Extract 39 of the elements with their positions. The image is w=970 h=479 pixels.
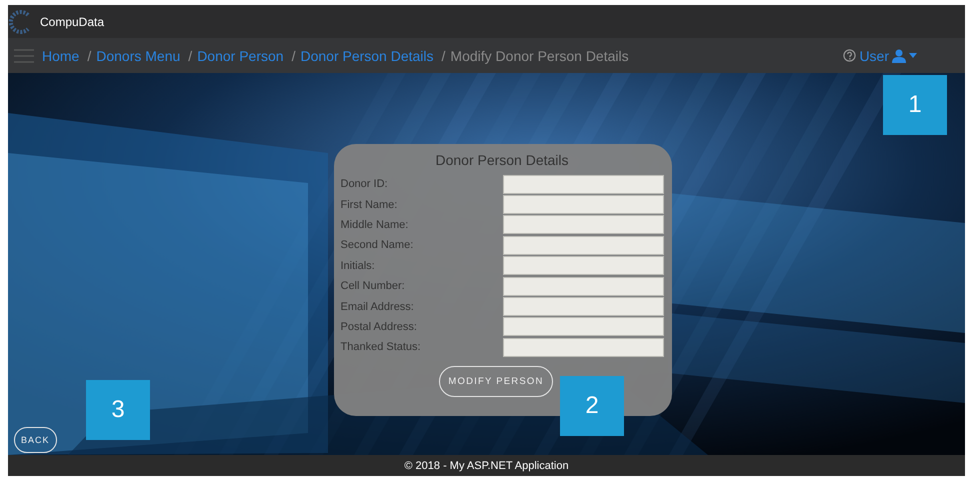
input-field[interactable] [502, 195, 664, 214]
breadcrumb-current: Modify Donor Person Details [450, 48, 629, 64]
breadcrumb-link[interactable]: Donor Person Details [300, 48, 434, 64]
modify-button[interactable]: MODIFY PERSON [439, 366, 553, 397]
breadcrumb-link[interactable]: Donors Menu [96, 48, 180, 64]
field-label: First Name: [340, 198, 398, 211]
caret-icon[interactable] [909, 53, 917, 58]
input-field[interactable] [502, 317, 664, 336]
callout-number: 3 [86, 380, 150, 440]
input-field[interactable] [502, 297, 664, 316]
field-label: Initials: [340, 260, 375, 272]
user-menu-label[interactable]: User [859, 48, 889, 64]
field-label: Middle Name: [340, 218, 408, 231]
help-icon[interactable] [843, 49, 856, 62]
field-label: Postal Address: [340, 320, 417, 333]
field-label: Cell Number: [340, 280, 405, 292]
input-field[interactable] [502, 276, 664, 296]
breadcrumb-separator: / [188, 48, 192, 64]
breadcrumb-separator: / [292, 48, 296, 64]
breadcrumb-link[interactable]: Home [42, 48, 80, 64]
input-field[interactable] [502, 256, 664, 276]
field-label: Second Name: [340, 239, 414, 252]
input-field[interactable] [502, 236, 664, 255]
field-label: Donor ID: [340, 178, 388, 190]
input-field[interactable] [502, 174, 664, 194]
callout-number: 2 [560, 376, 624, 436]
back-button[interactable]: BACK [14, 427, 57, 453]
form-title: Donor Person Details [434, 152, 570, 168]
footer-text: © 2018 - My ASP.NET Application [404, 460, 569, 472]
field-label: Thanked Status: [340, 341, 421, 354]
breadcrumb-separator: / [87, 48, 92, 64]
input-field[interactable] [502, 338, 664, 357]
app-name: CompuData [40, 14, 104, 28]
breadcrumb-link[interactable]: Donor Person [197, 48, 284, 64]
breadcrumb-separator: / [442, 48, 446, 64]
input-field[interactable] [502, 215, 664, 234]
callout-number: 1 [883, 75, 947, 135]
user-icon[interactable] [892, 48, 906, 62]
field-label: Email Address: [340, 300, 414, 313]
